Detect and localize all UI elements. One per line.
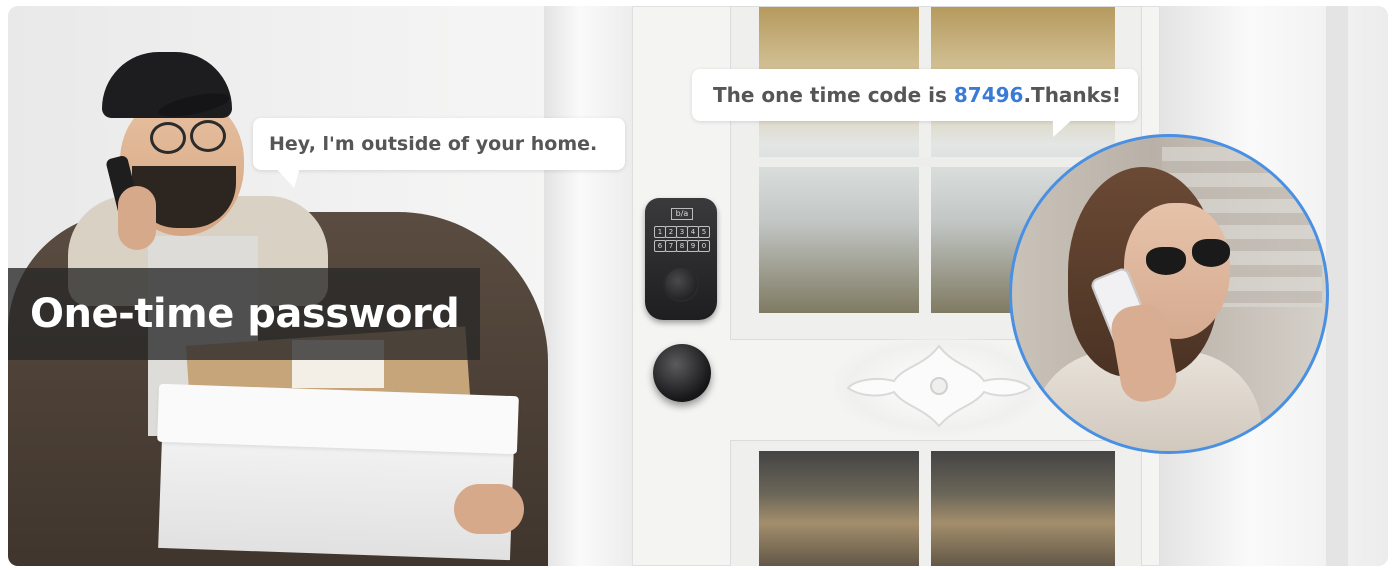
visitor-message: Hey, l'm outside of your home. [269,133,598,155]
banner-title: One-time password [30,291,460,337]
lower-window-pane-left [759,451,919,566]
owner-portrait [1009,134,1329,454]
door-knob[interactable] [653,344,711,402]
owner-speech-bubble: The one time code is 87496.Thanks! [692,69,1138,137]
door-frame-left [544,6,634,566]
title-banner: One-time password [8,268,480,360]
sunglasses-right-icon [1192,239,1230,267]
ornament-carving-icon [846,344,1032,428]
door-ornament [834,336,1044,436]
promo-scene: b/a 1 2 3 4 5 6 7 8 9 0 One-time passwor… [8,6,1388,566]
deadbolt-thumbturn[interactable] [665,268,697,300]
owner-message-suffix: .Thanks! [1023,83,1121,107]
man-hand [118,186,156,250]
man-hand-holding-box [454,484,524,534]
one-time-code: 87496 [953,83,1024,107]
owner-message-prefix: The one time code is [713,83,954,107]
man-glasses-right-icon [190,120,226,152]
door-frame-pilaster [1326,6,1348,566]
bubble-tail-icon [275,168,307,188]
visitor-speech-bubble: Hey, l'm outside of your home. [253,118,625,188]
smart-lock[interactable]: b/a 1 2 3 4 5 6 7 8 9 0 [645,198,717,320]
sunglasses-left-icon [1146,247,1186,275]
keypad-key-5[interactable]: 5 [698,226,710,238]
keypad-key-0[interactable]: 0 [698,240,710,252]
man-glasses-left-icon [150,122,186,154]
lock-brand-logo: b/a [671,208,693,220]
window-muntin-horizontal [759,157,1115,167]
lower-window [730,440,1142,566]
lower-window-pane-right [931,451,1115,566]
